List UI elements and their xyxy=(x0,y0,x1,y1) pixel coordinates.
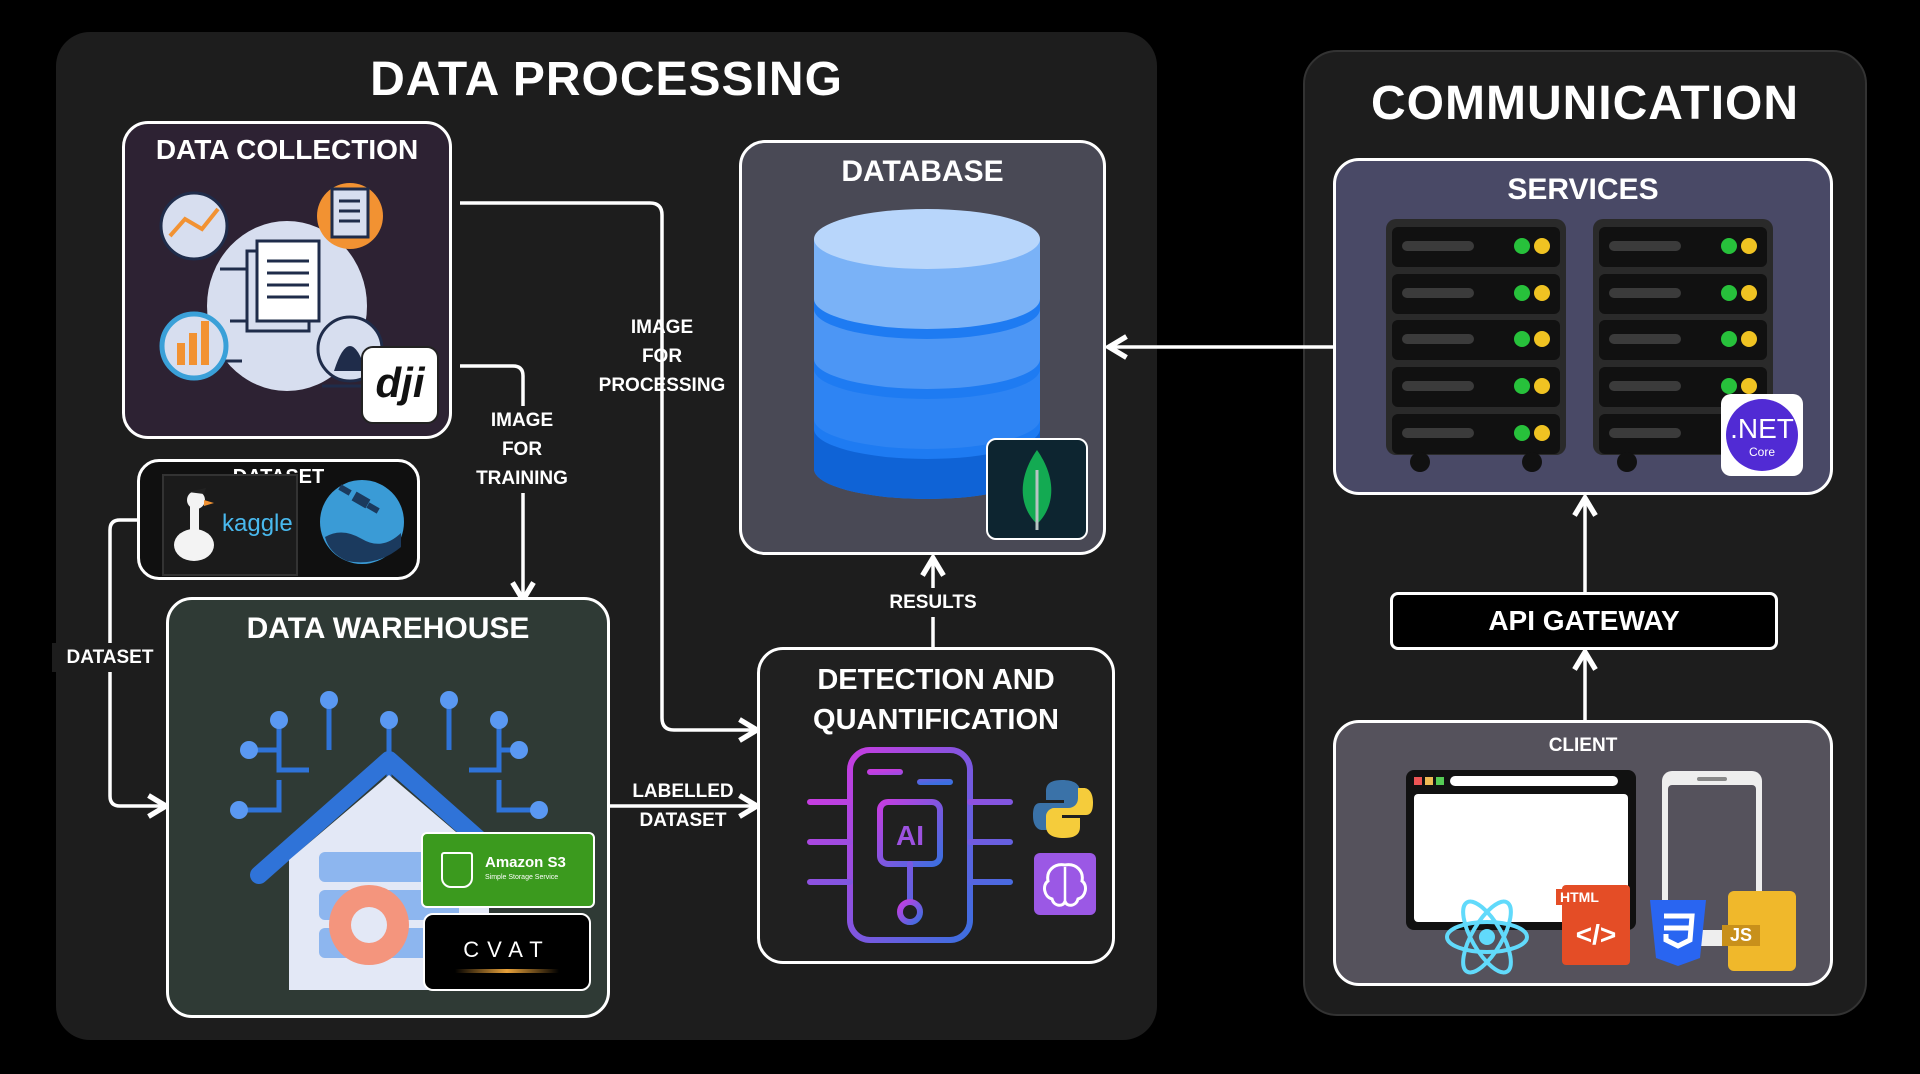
label-line: FOR xyxy=(501,439,543,460)
s3-logo-sub: Simple Storage Service xyxy=(485,874,559,881)
services-card: SERVICES .NET Core xyxy=(1333,158,1833,495)
dji-logo: dji xyxy=(361,346,439,424)
detection-title: DETECTION AND QUANTIFICATION xyxy=(760,660,1112,740)
leaf-icon xyxy=(1022,450,1052,530)
python-logo xyxy=(1033,780,1093,838)
dotnet-sub: Core xyxy=(1748,445,1775,459)
detection-card: DETECTION AND QUANTIFICATION AI xyxy=(757,647,1115,964)
neural-brain-icon xyxy=(1034,853,1096,915)
label-image-for-processing: IMAGE FOR PROCESSING xyxy=(592,313,732,400)
detection-title-line: DETECTION AND xyxy=(817,664,1055,696)
label-dataset-edge: DATASET xyxy=(52,643,168,672)
ai-chip-text: AI xyxy=(896,820,924,851)
database-title: DATABASE xyxy=(841,155,1004,188)
html5-logo: HTML </> xyxy=(1556,885,1630,965)
s3-logo-text: Amazon S3 xyxy=(485,854,566,871)
css3-logo xyxy=(1650,900,1706,966)
phone-notch xyxy=(1697,777,1727,781)
kaggle-logo-text: kaggle xyxy=(222,510,293,537)
api-gateway-box: API GATEWAY xyxy=(1390,592,1778,650)
dataset-card: DATASET kaggle xyxy=(137,459,420,580)
kaggle-logo: kaggle xyxy=(162,474,298,576)
satellite-globe-icon xyxy=(320,480,404,564)
dji-logo-text: dji xyxy=(375,359,425,406)
cvat-logo: CVAT xyxy=(423,913,591,991)
cvat-underline xyxy=(455,969,559,973)
dotnet-text: .NET xyxy=(1730,413,1794,444)
data-warehouse-card: DATA WAREHOUSE Amazon S3 Simple Storage … xyxy=(166,597,610,1018)
goose-icon xyxy=(174,488,214,561)
dotnet-core-logo: .NET Core xyxy=(1721,394,1803,476)
js-logo: JS xyxy=(1722,891,1796,971)
database-card: DATABASE xyxy=(739,140,1106,555)
amazon-s3-logo: Amazon S3 Simple Storage Service xyxy=(421,832,595,908)
s3-bucket-icon xyxy=(441,852,473,888)
client-title: CLIENT xyxy=(1548,735,1618,756)
brain-icon xyxy=(1043,863,1087,907)
label-line: IMAGE xyxy=(490,410,554,431)
label-line: DATASET xyxy=(639,810,727,831)
data-collection-card: DATA COLLECTION dji xyxy=(122,121,452,439)
label-image-for-training: IMAGE FOR TRAINING xyxy=(452,406,592,493)
html-badge: HTML xyxy=(1556,889,1603,905)
label-line: FOR xyxy=(641,346,683,367)
detection-title-line: QUANTIFICATION xyxy=(813,704,1059,736)
js-badge: JS xyxy=(1722,925,1761,946)
ai-chip-icon: AI xyxy=(807,747,1013,943)
cvat-logo-text: CVAT xyxy=(463,937,551,962)
browser-controls xyxy=(1414,777,1444,785)
mongodb-leaf-icon xyxy=(986,438,1088,540)
react-logo xyxy=(1445,899,1529,975)
api-gateway-title: API GATEWAY xyxy=(1488,605,1680,636)
services-title: SERVICES xyxy=(1507,173,1659,206)
label-line: PROCESSING xyxy=(598,375,726,396)
label-line: TRAINING xyxy=(476,468,568,489)
label-line: LABELLED xyxy=(632,781,734,802)
dotnet-circle: .NET Core xyxy=(1726,399,1798,471)
client-card: CLIENT HTML </> JS xyxy=(1333,720,1833,986)
label-line: IMAGE xyxy=(630,317,694,338)
data-warehouse-title: DATA WAREHOUSE xyxy=(246,612,530,645)
browser-address-bar xyxy=(1450,776,1618,786)
html-code-symbol: </> xyxy=(1575,919,1617,950)
label-results: RESULTS xyxy=(873,588,993,617)
label-labelled-dataset: LABELLED DATASET xyxy=(618,777,748,835)
